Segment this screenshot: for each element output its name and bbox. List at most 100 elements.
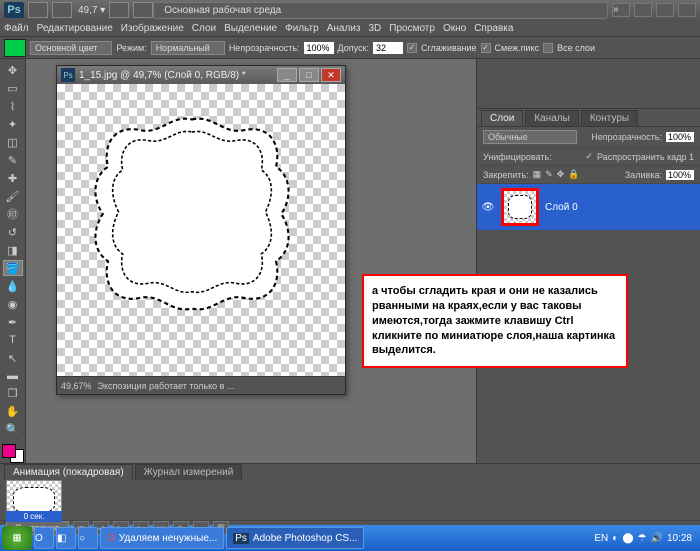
zoom-tool-icon[interactable] [133,2,153,18]
tolerance-input[interactable]: 32 [373,42,403,54]
status-info: Экспозиция работает только в ... [98,381,235,391]
layer-visibility-icon[interactable]: 👁 [481,200,495,214]
doc-close-button[interactable]: ✕ [321,68,341,82]
frame-duration[interactable]: 0 сек. [6,511,62,522]
tray-icon[interactable]: ◐ [612,533,618,544]
eyedropper-tool[interactable]: ✎ [3,153,23,169]
lock-brush-icon[interactable]: ✎ [545,169,553,180]
menu-layers[interactable]: Слои [192,23,216,34]
taskbar-item-opera[interactable]: OУдаляем ненужные... [100,527,224,549]
stamp-tool[interactable]: ㊞ [3,206,23,222]
lock-position-icon[interactable]: ✥ [557,169,565,180]
workspace-switcher[interactable]: Основная рабочая среда [153,2,608,19]
hand-tool-icon[interactable] [109,2,129,18]
bucket-tool[interactable]: 🪣 [3,260,23,276]
zoom-tool[interactable]: 🔍 [3,422,23,438]
tray-icon[interactable]: ☂ [638,533,647,544]
marquee-tool[interactable]: ▭ [3,81,23,97]
alllayers-label: Все слои [557,43,595,53]
move-tool[interactable]: ✥ [3,63,23,79]
status-zoom[interactable]: 49,67% [61,381,92,391]
menu-analysis[interactable]: Анализ [327,23,361,34]
document-titlebar[interactable]: Ps 1_15.jpg @ 49,7% (Слой 0, RGB/8) * _ … [57,66,345,84]
foreground-swatch[interactable] [4,39,26,57]
shape-tool[interactable]: ▬ [3,368,23,384]
tab-layers[interactable]: Слои [481,110,523,126]
tab-channels[interactable]: Каналы [525,110,579,126]
type-tool[interactable]: T [3,332,23,348]
tab-measurements[interactable]: Журнал измерений [135,464,243,480]
document-area: Ps 1_15.jpg @ 49,7% (Слой 0, RGB/8) * _ … [26,59,476,463]
menu-3d[interactable]: 3D [368,23,381,34]
tray-icon[interactable]: 🔊 [651,533,663,544]
tab-paths[interactable]: Контуры [581,110,638,126]
propagate-label: Распространить кадр 1 [597,152,694,162]
collapsed-panel-group[interactable] [477,59,700,109]
antialias-checkbox[interactable]: ✓ [407,43,417,53]
maximize-button[interactable] [656,3,674,17]
arrange-icon[interactable] [52,2,72,18]
taskbar-item-photoshop[interactable]: PsAdobe Photoshop CS... [226,527,364,549]
alllayers-checkbox[interactable] [543,43,553,53]
history-brush-tool[interactable]: ↺ [3,224,23,240]
opacity-input[interactable]: 100% [304,42,334,54]
screen-mode-icon[interactable] [28,2,48,18]
path-tool[interactable]: ↖ [3,350,23,366]
pen-tool[interactable]: ✒ [3,314,23,330]
layer-name[interactable]: Слой 0 [545,202,578,213]
document-window: Ps 1_15.jpg @ 49,7% (Слой 0, RGB/8) * _ … [56,65,346,395]
menu-edit[interactable]: Редактирование [37,23,113,34]
menu-filter[interactable]: Фильтр [285,23,319,34]
healing-tool[interactable]: ✚ [3,171,23,187]
document-title: 1_15.jpg @ 49,7% (Слой 0, RGB/8) * [79,70,246,81]
3d-tool[interactable]: ❒ [3,386,23,402]
canvas[interactable] [57,84,345,376]
contiguous-checkbox[interactable]: ✓ [481,43,491,53]
quicklaunch-icon[interactable]: ○ [78,527,98,549]
lang-indicator[interactable]: EN [594,533,608,544]
brush-tool[interactable]: 🖌 [3,188,23,204]
zoom-display: 49,7 ▾ [78,5,105,16]
close-button[interactable] [678,3,696,17]
eraser-tool[interactable]: ◨ [3,242,23,258]
contiguous-label: Смеж.пикс [495,43,540,53]
minimize-button[interactable] [634,3,652,17]
doc-minimize-button[interactable]: _ [277,68,297,82]
layer-opacity-input[interactable]: 100% [666,132,694,142]
fill-input[interactable]: 100% [666,170,694,180]
system-tray: EN ◐ ⬤ ☂ 🔊 10:28 [594,533,698,544]
document-icon: Ps [61,68,75,82]
crop-tool[interactable]: ◫ [3,135,23,151]
propagate-checkbox[interactable]: ✓ [586,151,594,162]
lock-all-icon[interactable]: 🔒 [568,169,579,180]
app-titlebar: Ps 49,7 ▾ Основная рабочая среда » [0,0,700,20]
layer-thumbnail[interactable] [501,188,539,226]
quicklaunch-icon[interactable]: ◧ [56,527,76,549]
menu-image[interactable]: Изображение [121,23,184,34]
dodge-tool[interactable]: ◉ [3,296,23,312]
layer-blend-dropdown[interactable]: Обычные [483,130,577,144]
tab-animation[interactable]: Анимация (покадровая) [4,464,133,480]
doc-maximize-button[interactable]: □ [299,68,319,82]
wand-tool[interactable]: ✦ [3,117,23,133]
expand-icon[interactable]: » [612,3,630,17]
blur-tool[interactable]: 💧 [3,278,23,294]
menu-file[interactable]: Файл [4,23,29,34]
menu-help[interactable]: Справка [474,23,513,34]
menu-select[interactable]: Выделение [224,23,277,34]
hand-tool[interactable]: ✋ [3,404,23,420]
start-button[interactable]: ⊞ [2,526,32,550]
color-swatches[interactable] [2,444,24,463]
tray-icon[interactable]: ⬤ [622,533,633,544]
menu-window[interactable]: Окно [443,23,466,34]
menu-view[interactable]: Просмотр [389,23,435,34]
fill-source-dropdown[interactable]: Основной цвет [30,41,112,55]
blend-mode-dropdown[interactable]: Нормальный [151,41,225,55]
antialias-label: Сглаживание [421,43,477,53]
lasso-tool[interactable]: ⌇ [3,99,23,115]
clock[interactable]: 10:28 [667,533,692,544]
quicklaunch-icon[interactable]: O [34,527,54,549]
lock-pixels-icon[interactable]: ▦ [533,169,542,180]
layer-row[interactable]: 👁 Слой 0 [477,184,700,230]
options-bar: Основной цвет Режим: Нормальный Непрозра… [0,37,700,59]
